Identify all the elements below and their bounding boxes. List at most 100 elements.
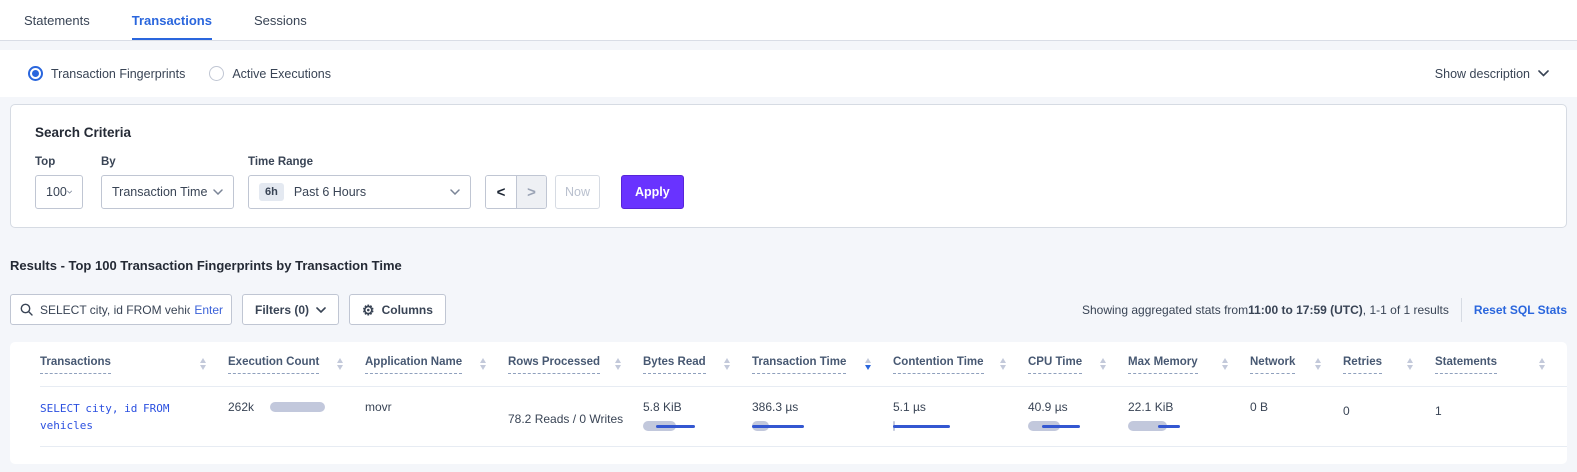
sort-icon[interactable] xyxy=(1000,356,1006,370)
column-header-transactions: Transactions xyxy=(40,356,228,374)
by-field: By Transaction Time xyxy=(101,156,248,209)
search-criteria-title: Search Criteria xyxy=(35,125,1542,140)
sql-search-box[interactable]: Enter xyxy=(10,294,232,325)
network-value: 0 B xyxy=(1250,400,1268,414)
table-header-row: Transactions Execution Count Application… xyxy=(40,342,1567,374)
execution-count-value: 262k xyxy=(228,400,254,414)
chevron-down-icon xyxy=(1538,70,1549,77)
filters-label: Filters (0) xyxy=(255,303,309,317)
column-header-rows-processed: Rows Processed xyxy=(508,356,643,374)
transaction-fingerprint-link[interactable]: SELECT city, id FROM vehicles xyxy=(40,400,200,434)
time-range-badge: 6h xyxy=(259,183,284,201)
max-memory-value: 22.1 KiB xyxy=(1128,400,1236,414)
time-range-value: Past 6 Hours xyxy=(294,185,366,199)
reset-sql-stats-link[interactable]: Reset SQL Stats xyxy=(1474,303,1567,317)
by-label: By xyxy=(101,156,248,168)
radio-selected-icon[interactable] xyxy=(28,66,43,81)
radio-transaction-fingerprints[interactable]: Transaction Fingerprints xyxy=(28,66,185,81)
gear-icon: ⚙ xyxy=(362,303,375,317)
tab-statements[interactable]: Statements xyxy=(24,2,90,40)
sort-icon[interactable] xyxy=(480,356,486,370)
sort-icon[interactable] xyxy=(1100,356,1106,370)
sort-icon[interactable] xyxy=(1315,356,1321,370)
table-cell-application-name: movr xyxy=(365,400,508,414)
time-range-select[interactable]: 6h Past 6 Hours xyxy=(248,175,471,209)
top-select-value: 100 xyxy=(46,185,67,199)
time-range-field: Time Range 6h Past 6 Hours xyxy=(248,156,471,209)
search-input[interactable] xyxy=(40,303,190,317)
column-header-statements: Statements xyxy=(1435,356,1567,374)
tab-transactions[interactable]: Transactions xyxy=(132,2,212,40)
sort-icon[interactable] xyxy=(724,356,730,370)
column-header-application-name: Application Name xyxy=(365,356,508,374)
sort-icon[interactable] xyxy=(1407,356,1413,370)
radio-label: Transaction Fingerprints xyxy=(51,67,185,81)
show-description-toggle[interactable]: Show description xyxy=(1435,67,1549,81)
column-header-cpu-time: CPU Time xyxy=(1028,356,1128,374)
view-toggle-bar: Transaction Fingerprints Active Executio… xyxy=(0,50,1577,97)
top-field: Top 100 xyxy=(35,156,101,209)
contention-time-value: 5.1 µs xyxy=(893,400,1014,414)
table-row[interactable]: SELECT city, id FROM vehicles 262k movr … xyxy=(40,386,1567,447)
transactions-table: Transactions Execution Count Application… xyxy=(10,342,1567,464)
application-name-value: movr xyxy=(365,400,392,414)
results-title: Results - Top 100 Transaction Fingerprin… xyxy=(10,258,1577,273)
radio-label: Active Executions xyxy=(232,67,331,81)
stats-time-window: 11:00 to 17:59 (UTC) xyxy=(1248,303,1363,317)
sort-icon[interactable] xyxy=(615,356,621,370)
filters-button[interactable]: Filters (0) xyxy=(242,294,339,325)
sort-icon-descending[interactable] xyxy=(865,356,871,370)
top-tab-bar: Statements Transactions Sessions xyxy=(0,0,1577,41)
top-label: Top xyxy=(35,156,101,168)
column-header-contention-time: Contention Time xyxy=(893,356,1028,374)
apply-button[interactable]: Apply xyxy=(621,175,684,209)
sort-icon[interactable] xyxy=(1222,356,1228,370)
chevron-down-icon xyxy=(67,189,72,195)
radio-active-executions[interactable]: Active Executions xyxy=(209,66,331,81)
table-cell-max-memory: 22.1 KiB xyxy=(1128,400,1250,432)
sort-icon[interactable] xyxy=(337,356,343,370)
aggregated-stats-text: Showing aggregated stats from 11:00 to 1… xyxy=(1082,298,1567,322)
search-criteria-controls: Top 100 By Transaction Time Time Range 6… xyxy=(35,156,1542,209)
top-select[interactable]: 100 xyxy=(35,175,83,209)
table-cell-retries: 0 xyxy=(1343,400,1435,418)
now-button[interactable]: Now xyxy=(555,175,600,209)
contention-time-bar xyxy=(893,420,955,432)
table-cell-transaction: SELECT city, id FROM vehicles xyxy=(40,400,228,434)
time-window-arrows: < > xyxy=(485,175,547,209)
search-criteria-card: Search Criteria Top 100 By Transaction T… xyxy=(10,104,1567,228)
search-icon xyxy=(20,303,33,316)
table-cell-transaction-time: 386.3 µs xyxy=(752,400,893,432)
column-header-execution-count: Execution Count xyxy=(228,356,365,374)
columns-label: Columns xyxy=(382,303,433,317)
statements-value: 1 xyxy=(1435,404,1442,418)
table-cell-cpu-time: 40.9 µs xyxy=(1028,400,1128,432)
cpu-time-value: 40.9 µs xyxy=(1028,400,1114,414)
previous-time-window-button[interactable]: < xyxy=(486,176,516,208)
transaction-time-bar xyxy=(752,420,814,432)
radio-unselected-icon[interactable] xyxy=(209,66,224,81)
max-memory-bar xyxy=(1128,420,1190,432)
time-range-label: Time Range xyxy=(248,156,471,168)
enter-hint[interactable]: Enter xyxy=(194,303,223,317)
chevron-down-icon xyxy=(450,189,460,195)
table-cell-rows-processed: 78.2 Reads / 0 Writes xyxy=(508,400,643,426)
by-select[interactable]: Transaction Time xyxy=(101,175,234,209)
rows-processed-value: 78.2 Reads / 0 Writes xyxy=(508,412,623,426)
table-cell-contention-time: 5.1 µs xyxy=(893,400,1028,432)
columns-button[interactable]: ⚙ Columns xyxy=(349,294,446,325)
table-cell-statements: 1 xyxy=(1435,400,1567,418)
transaction-time-value: 386.3 µs xyxy=(752,400,879,414)
vertical-divider xyxy=(1461,298,1462,322)
chevron-down-icon xyxy=(213,189,223,195)
next-time-window-button[interactable]: > xyxy=(516,176,546,208)
stats-prefix: Showing aggregated stats from xyxy=(1082,303,1248,317)
column-header-retries: Retries xyxy=(1343,356,1435,374)
sort-icon[interactable] xyxy=(1539,356,1545,370)
column-header-max-memory: Max Memory xyxy=(1128,356,1250,374)
stats-suffix: , 1-1 of 1 results xyxy=(1363,303,1449,317)
bytes-read-bar xyxy=(643,420,705,432)
retries-value: 0 xyxy=(1343,404,1350,418)
tab-sessions[interactable]: Sessions xyxy=(254,2,307,40)
sort-icon[interactable] xyxy=(200,356,206,370)
